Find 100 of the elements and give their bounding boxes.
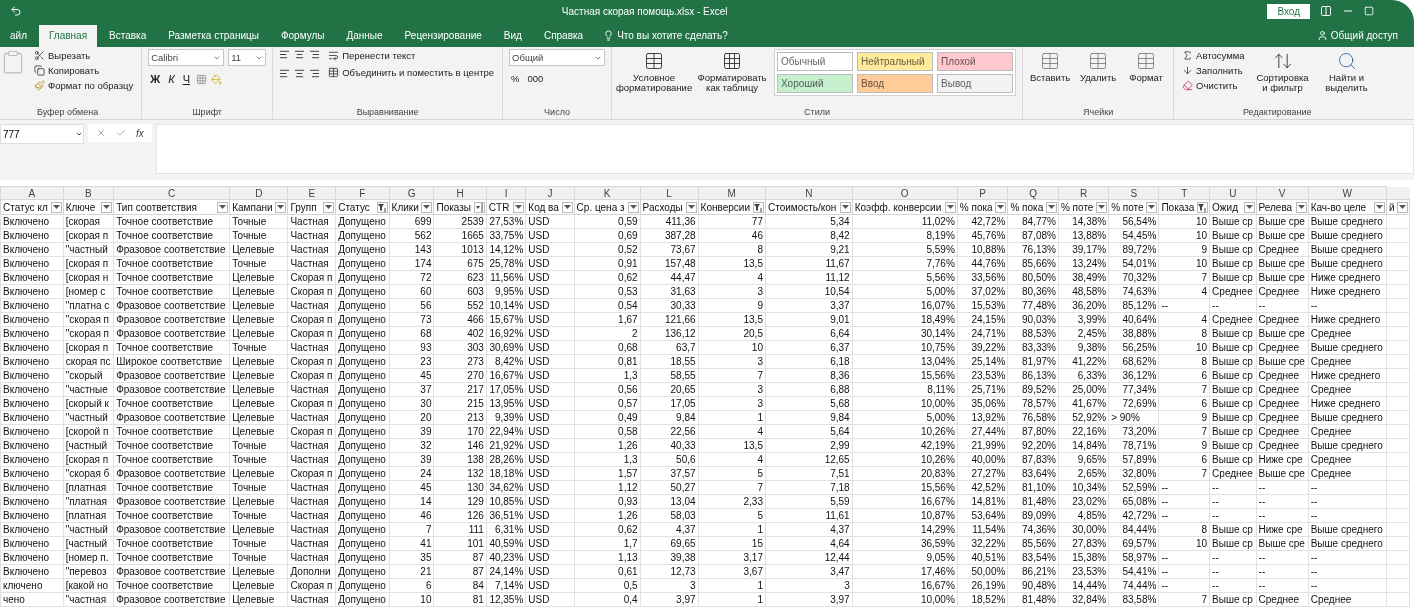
share-button[interactable]: Общий доступ <box>1300 25 1414 47</box>
filter-button[interactable] <box>1397 201 1408 213</box>
column-letter[interactable]: L <box>640 186 699 200</box>
cells-button[interactable]: Удалить <box>1077 49 1120 86</box>
cell-style-option[interactable]: Ввод <box>857 74 934 93</box>
filter-button[interactable] <box>323 201 335 213</box>
name-box[interactable]: 777 <box>0 124 84 144</box>
cell-style-option[interactable]: Хороший <box>777 74 854 93</box>
font-style-button[interactable]: Ч <box>180 72 192 86</box>
undo-icon[interactable] <box>10 5 22 17</box>
format-as-table-button[interactable]: Форматировать как таблицу <box>696 49 769 96</box>
number-format-field[interactable]: Общий <box>509 49 606 66</box>
find-select-button[interactable]: Найти и выделить <box>1318 49 1375 96</box>
filter-button[interactable] <box>1146 201 1158 213</box>
column-letter[interactable]: A <box>0 186 64 200</box>
cell-style-option[interactable]: Обычный <box>777 52 854 71</box>
fill-button[interactable]: Заполнить <box>1180 64 1247 77</box>
filter-button[interactable] <box>685 201 697 213</box>
column-letter[interactable]: F <box>335 186 390 200</box>
ribbon-tab[interactable]: Главная <box>39 25 98 47</box>
column-letter[interactable]: E <box>287 186 336 200</box>
restore-icon[interactable] <box>1364 6 1374 16</box>
filter-button[interactable] <box>627 201 639 213</box>
cell-style-option[interactable]: Нейтральный <box>857 52 934 71</box>
sort-filter-button[interactable]: Сортировка и фильтр <box>1252 49 1313 96</box>
filter-button[interactable] <box>473 201 485 213</box>
function-label[interactable]: fx <box>136 127 144 139</box>
merge-center-button[interactable]: Объединить и поместить в центре <box>326 66 497 79</box>
filter-button[interactable] <box>1373 201 1385 213</box>
filter-button[interactable] <box>421 201 433 213</box>
column-letter[interactable]: J <box>525 186 575 200</box>
column-letter[interactable]: M <box>698 186 766 200</box>
align-center-icon[interactable] <box>294 68 306 79</box>
formula-input[interactable] <box>155 124 1414 174</box>
table-cell: Ниже среднего <box>1308 284 1387 299</box>
filter-button[interactable] <box>944 201 956 213</box>
filter-button[interactable] <box>50 201 62 213</box>
filter-button[interactable] <box>376 201 388 213</box>
column-letter[interactable]: W <box>1308 186 1387 200</box>
filter-button[interactable] <box>1243 201 1255 213</box>
font-style-button[interactable]: К <box>166 72 177 86</box>
column-letter[interactable]: O <box>852 186 958 200</box>
filter-button[interactable] <box>839 201 851 213</box>
column-letter[interactable]: B <box>63 186 114 200</box>
ribbon-tab[interactable]: Справка <box>533 25 594 47</box>
ribbon-tab[interactable]: Данные <box>336 25 393 47</box>
filter-button[interactable] <box>561 201 573 213</box>
column-letter[interactable]: S <box>1108 186 1159 200</box>
copy-button[interactable]: Копировать <box>32 64 136 77</box>
filter-button[interactable] <box>1295 201 1307 213</box>
ribbon-tab[interactable]: Вид <box>493 25 532 47</box>
column-letter[interactable]: D <box>229 186 288 200</box>
filter-button[interactable] <box>275 201 287 213</box>
font-name-field[interactable]: Calibri <box>148 49 225 66</box>
cells-button[interactable]: Вставить <box>1029 49 1072 86</box>
ribbon-tab[interactable]: Рецензирование <box>394 25 492 47</box>
column-letter[interactable]: R <box>1058 186 1109 200</box>
percent-button[interactable]: % <box>509 72 522 85</box>
filter-button[interactable] <box>995 201 1007 213</box>
tell-me-search[interactable]: Что вы хотите сделать? <box>595 25 736 47</box>
column-letter[interactable]: N <box>765 186 853 200</box>
cell-style-option[interactable]: Плохой <box>937 52 1014 71</box>
align-right-icon[interactable] <box>309 68 321 79</box>
ribbon-display-icon[interactable] <box>1320 5 1332 17</box>
filter-button[interactable] <box>1045 201 1057 213</box>
filter-button[interactable] <box>752 201 764 213</box>
align-left-icon[interactable] <box>279 68 291 79</box>
column-letter[interactable]: K <box>574 186 641 200</box>
filter-button[interactable] <box>1096 201 1108 213</box>
conditional-formatting-button[interactable]: Условное форматирование <box>618 49 691 96</box>
dropdown-arrow-icon <box>103 204 111 210</box>
column-letter[interactable]: T <box>1158 186 1210 200</box>
ribbon-tab[interactable]: айл <box>0 25 37 47</box>
wrap-text-button[interactable]: Перенести текст <box>326 49 497 62</box>
column-letter[interactable]: G <box>389 186 434 200</box>
column-letter[interactable]: U <box>1209 186 1257 200</box>
autosum-button[interactable]: Автосумма <box>1180 49 1247 62</box>
filter-button[interactable] <box>1197 201 1209 213</box>
column-letter[interactable]: I <box>486 186 526 200</box>
filter-button[interactable] <box>513 201 525 213</box>
format-painter-button[interactable]: Формат по образцу <box>32 79 136 92</box>
thousands-button[interactable]: 000 <box>525 72 546 85</box>
column-letter[interactable]: H <box>433 186 487 200</box>
ribbon-tab[interactable]: Разметка страницы <box>158 25 269 47</box>
ribbon-tab[interactable]: Вставка <box>99 25 157 47</box>
font-style-button[interactable]: Ж <box>148 72 163 86</box>
column-letter[interactable]: Q <box>1007 186 1059 200</box>
column-letter[interactable]: V <box>1256 186 1309 200</box>
clear-button[interactable]: Очистить <box>1180 79 1247 92</box>
sign-in-button[interactable]: Вход <box>1267 3 1310 19</box>
cells-button[interactable]: Формат <box>1125 49 1168 86</box>
column-letter[interactable]: C <box>113 186 230 200</box>
column-letter[interactable]: P <box>957 186 1008 200</box>
font-size-field[interactable]: 11 <box>228 49 267 66</box>
ribbon-tab[interactable]: Формулы <box>270 25 335 47</box>
cut-button[interactable]: Вырезать <box>32 49 136 62</box>
fill-color-icon[interactable] <box>210 73 222 85</box>
filter-button[interactable] <box>217 201 229 213</box>
filter-button[interactable] <box>101 201 113 213</box>
cell-style-option[interactable]: Вывод <box>937 74 1014 93</box>
